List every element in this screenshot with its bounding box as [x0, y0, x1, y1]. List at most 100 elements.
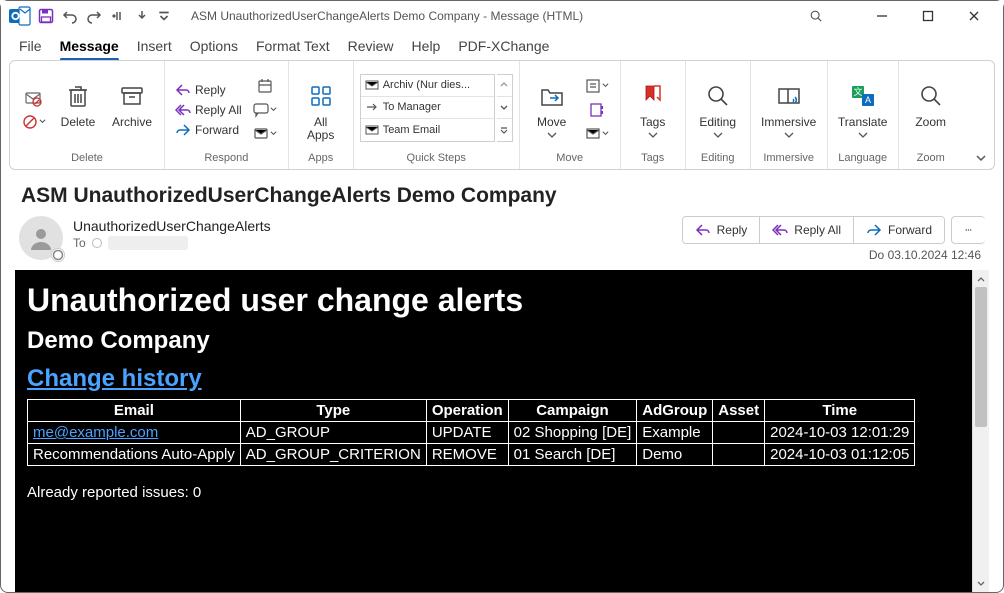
undo-icon[interactable] — [61, 7, 79, 25]
more-respond-icon[interactable] — [248, 123, 282, 145]
qs-expand-icon[interactable] — [497, 119, 512, 140]
zoom-button[interactable]: Zoom — [905, 74, 957, 142]
move-button[interactable]: Move — [526, 74, 578, 142]
translate-button[interactable]: 文A Translate — [834, 74, 892, 142]
already-reported: Already reported issues: 0 — [27, 484, 962, 501]
delete-button[interactable]: Delete — [52, 74, 104, 142]
quick-step-team-email[interactable]: Team Email — [361, 119, 494, 140]
ribbon: Delete Archive Delete Reply Reply All Fo… — [9, 60, 995, 170]
ribbon-group-quick-steps: Archiv (Nur dies... To Manager Team Emai… — [354, 61, 520, 169]
reply-all-button[interactable]: Reply All — [171, 101, 246, 119]
ignore-icon[interactable] — [16, 87, 50, 109]
qs-scroll-down-icon[interactable] — [497, 97, 512, 119]
immersive-button[interactable]: Immersive — [757, 74, 821, 142]
all-apps-label: All Apps — [307, 116, 334, 142]
tab-pdf-xchange[interactable]: PDF-XChange — [458, 34, 549, 60]
rules-icon[interactable] — [580, 75, 614, 97]
recipient-presence-icon — [92, 238, 102, 248]
header-more-button[interactable] — [951, 216, 985, 244]
group-label-apps: Apps — [308, 150, 333, 167]
sender-avatar[interactable] — [19, 216, 63, 260]
cell-asset — [713, 422, 765, 444]
ribbon-group-immersive: Immersive Immersive — [751, 61, 828, 169]
touch-mode-icon[interactable] — [109, 7, 127, 25]
save-icon[interactable] — [37, 7, 55, 25]
sender-name[interactable]: UnauthorizedUserChangeAlerts — [73, 218, 672, 234]
tab-message[interactable]: Message — [60, 34, 119, 60]
alerts-table: Email Type Operation Campaign AdGroup As… — [27, 399, 915, 466]
tab-options[interactable]: Options — [190, 34, 238, 60]
quick-steps-scroll[interactable] — [497, 74, 513, 142]
actions-icon[interactable] — [580, 123, 614, 145]
scroll-thumb[interactable] — [975, 287, 987, 427]
quick-step-archiv[interactable]: Archiv (Nur dies... — [361, 75, 494, 97]
message-subject: ASM UnauthorizedUserChangeAlerts Demo Co… — [15, 184, 989, 216]
archive-label: Archive — [112, 116, 152, 142]
message-date: Do 03.10.2024 12:46 — [869, 248, 985, 262]
cell-campaign: 02 Shopping [DE] — [508, 422, 637, 444]
table-header-row: Email Type Operation Campaign AdGroup As… — [28, 400, 915, 422]
ribbon-group-move: Move Move — [520, 61, 621, 169]
tab-review[interactable]: Review — [348, 34, 394, 60]
vertical-scrollbar[interactable] — [972, 270, 989, 592]
col-operation: Operation — [426, 400, 508, 422]
close-button[interactable] — [951, 1, 997, 31]
group-label-immersive: Immersive — [763, 150, 814, 167]
header-reply-all-button[interactable]: Reply All — [760, 217, 854, 243]
col-email: Email — [28, 400, 241, 422]
tab-help[interactable]: Help — [412, 34, 441, 60]
reply-button[interactable]: Reply — [171, 81, 246, 99]
header-forward-button[interactable]: Forward — [854, 217, 944, 243]
cell-operation: UPDATE — [426, 422, 508, 444]
header-reply-button[interactable]: Reply — [683, 217, 761, 243]
minimize-button[interactable] — [859, 1, 905, 31]
table-row: me@example.comAD_GROUPUPDATE02 Shopping … — [28, 422, 915, 444]
group-label-zoom: Zoom — [917, 150, 945, 167]
message-body: Unauthorized user change alerts Demo Com… — [15, 270, 972, 592]
scroll-up-icon[interactable] — [973, 270, 989, 287]
redo-icon[interactable] — [85, 7, 103, 25]
outlook-message-window: ASM UnauthorizedUserChangeAlerts Demo Co… — [0, 0, 1004, 593]
svg-text:A: A — [865, 95, 871, 105]
tab-insert[interactable]: Insert — [137, 34, 172, 60]
change-history-link[interactable]: Change history — [27, 365, 202, 393]
qs-scroll-up-icon[interactable] — [497, 75, 512, 97]
presence-unknown-icon — [51, 248, 65, 262]
cell-adgroup: Example — [637, 422, 713, 444]
meeting-reply-icon[interactable] — [248, 75, 282, 97]
junk-icon[interactable] — [16, 111, 50, 133]
archive-button[interactable]: Archive — [106, 74, 158, 142]
svg-text:文: 文 — [853, 86, 862, 97]
tab-format-text[interactable]: Format Text — [256, 34, 330, 60]
search-icon[interactable] — [793, 1, 839, 31]
forward-button[interactable]: Forward — [171, 121, 246, 139]
scroll-down-icon[interactable] — [973, 575, 989, 592]
body-heading-1: Unauthorized user change alerts — [27, 282, 962, 319]
tags-button[interactable]: Tags — [627, 74, 679, 142]
qat-chevron-down-icon[interactable] — [133, 7, 151, 25]
col-time: Time — [765, 400, 915, 422]
qat-overflow-icon[interactable] — [157, 7, 171, 25]
quick-steps-gallery[interactable]: Archiv (Nur dies... To Manager Team Emai… — [360, 74, 495, 142]
cell-campaign: 01 Search [DE] — [508, 444, 637, 466]
ribbon-collapse-icon[interactable] — [974, 151, 988, 165]
editing-button[interactable]: Editing — [692, 74, 744, 142]
message-header: UnauthorizedUserChangeAlerts To Reply Re… — [15, 216, 989, 266]
cell-email: me@example.com — [28, 422, 241, 444]
onenote-icon[interactable] — [580, 99, 614, 121]
cell-type: AD_GROUP_CRITERION — [240, 444, 426, 466]
quick-step-to-manager[interactable]: To Manager — [361, 97, 494, 119]
ribbon-group-tags: Tags Tags — [621, 61, 686, 169]
window-controls — [793, 1, 997, 31]
cell-adgroup: Demo — [637, 444, 713, 466]
all-apps-button[interactable]: All Apps — [295, 74, 347, 142]
tab-file[interactable]: File — [19, 34, 42, 60]
cell-asset — [713, 444, 765, 466]
ribbon-group-zoom: Zoom Zoom — [899, 61, 963, 169]
col-asset: Asset — [713, 400, 765, 422]
maximize-button[interactable] — [905, 1, 951, 31]
im-reply-icon[interactable] — [248, 99, 282, 121]
recipient-redacted — [108, 236, 188, 250]
recipients-line: To — [73, 236, 672, 250]
email-link[interactable]: me@example.com — [33, 424, 158, 441]
